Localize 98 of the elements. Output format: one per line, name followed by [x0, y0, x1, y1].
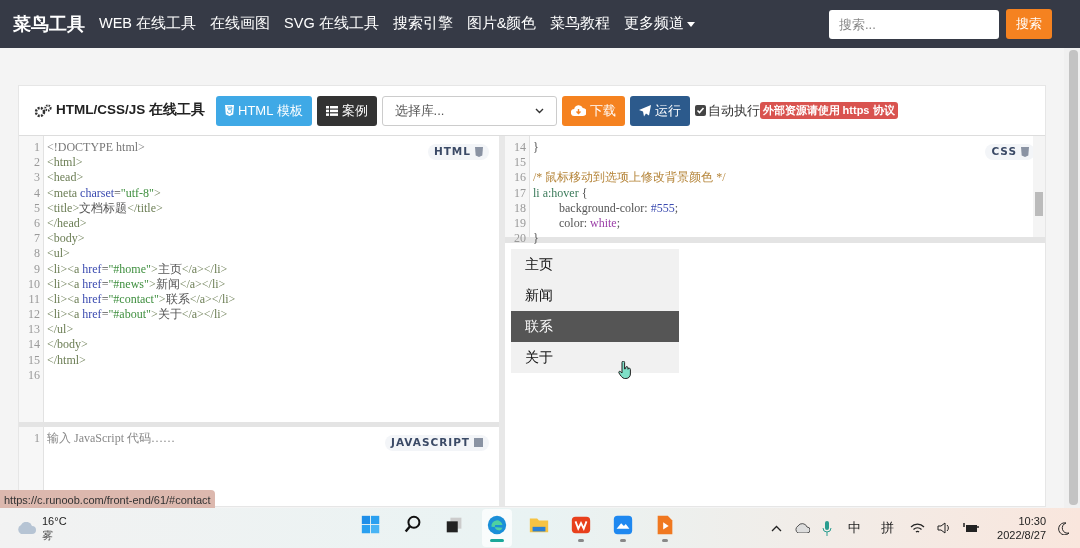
code-line: <body>	[47, 231, 85, 247]
code-line: <li><a href="#news">新闻</a></li>	[47, 276, 226, 292]
code-line: }	[533, 140, 539, 156]
temperature: 16°C	[42, 514, 67, 528]
windows-start-icon[interactable]	[360, 514, 382, 536]
code-line: <html>	[47, 155, 83, 171]
code-line: <li><a href="#contact">联系</a></li>	[47, 291, 236, 308]
auto-run-checkbox[interactable]: 自动执行	[694, 100, 760, 121]
line-number: 13	[27, 322, 40, 338]
nav-link[interactable]: 更多频道	[624, 13, 696, 35]
code-editor[interactable]: 14 15 16 17 18 19 20 } /* 鼠标移动到选项上修改背景颜色 */ li a:hover { background-color: #555; color: white; } CSS	[505, 136, 1045, 243]
status-url: https://c.runoob.com/front-end/61/#contact	[0, 490, 215, 511]
line-number: 12	[27, 307, 40, 323]
code-line: </body>	[47, 337, 88, 353]
language-label: HTML	[427, 144, 489, 160]
shield-icon	[475, 146, 483, 157]
input-method-indicator[interactable]: 中	[848, 518, 862, 538]
nav-link[interactable]: 图片&颜色	[466, 13, 537, 35]
checkbox[interactable]	[694, 105, 706, 116]
html5-icon	[225, 105, 234, 116]
examples-button[interactable]: 案例	[316, 95, 377, 126]
line-number: 8	[33, 246, 40, 262]
line-number: 16	[27, 367, 40, 383]
line-number: 7	[33, 231, 40, 247]
language-label: CSS	[985, 144, 1035, 160]
brand-logo[interactable]: 菜鸟工具	[13, 10, 85, 38]
line-number: 5	[33, 200, 40, 216]
code-line: li a:hover {	[533, 185, 588, 201]
speaker-icon[interactable]	[937, 522, 952, 534]
code-line: </ul>	[47, 322, 74, 338]
shield-icon	[1021, 146, 1029, 157]
nav-list-item[interactable]: 关于	[511, 342, 679, 373]
code-line: </html>	[47, 352, 86, 368]
code-line: <li><a href="#home">主页</a></li>	[47, 261, 228, 277]
browser-icon[interactable]	[486, 514, 508, 536]
cloud-download-icon	[570, 105, 586, 116]
page-scrollbar[interactable]	[1064, 48, 1080, 508]
code-line: background-color: #555;	[558, 200, 678, 216]
chevron-down-icon	[534, 107, 544, 114]
line-number: 16	[513, 170, 526, 186]
nav-list-item[interactable]: 新闻	[511, 280, 679, 311]
wifi-icon[interactable]	[910, 522, 926, 534]
line-number: 15	[27, 352, 40, 368]
nav-link[interactable]: 在线画图	[210, 13, 271, 35]
code-line: <head>	[47, 170, 84, 186]
line-number: 14	[27, 337, 40, 353]
hand-cursor-icon	[618, 361, 632, 379]
code-line: <ul>	[47, 246, 70, 262]
line-number: 18	[513, 200, 526, 216]
line-number: 17	[513, 185, 526, 201]
nav-link[interactable]: 搜索引擎	[392, 13, 453, 35]
line-number: 1	[33, 431, 40, 447]
paper-plane-icon	[638, 104, 651, 117]
line-number: 3	[33, 170, 40, 186]
js-icon	[474, 438, 483, 448]
search-field[interactable]: 搜索...	[829, 9, 999, 39]
clock-date[interactable]: 2022/8/27	[997, 528, 1046, 542]
code-line: <!DOCTYPE html>	[47, 140, 145, 156]
library-select[interactable]: 选择库...	[381, 95, 557, 126]
nav-link[interactable]: SVG 在线工具	[284, 13, 379, 35]
line-number: 19	[513, 215, 526, 232]
moon-icon[interactable]	[1058, 521, 1070, 535]
nav-link[interactable]: 菜鸟教程	[550, 13, 611, 35]
line-number: 11	[27, 291, 40, 308]
code-line: <li><a href="#about">关于</a></li>	[47, 307, 228, 323]
line-number: 10	[27, 276, 40, 292]
code-line: color: white;	[558, 215, 620, 232]
code-line: <title>文档标题</title>	[47, 200, 163, 216]
cloud-icon	[16, 522, 36, 534]
line-number: 2	[33, 155, 40, 171]
nav-list-item[interactable]: 主页	[511, 249, 679, 280]
chevron-up-icon[interactable]	[771, 524, 783, 532]
weather-condition: 雾	[42, 528, 54, 542]
document-app-icon[interactable]	[570, 514, 592, 536]
line-number: 6	[33, 215, 40, 232]
cloud-icon[interactable]	[794, 523, 811, 533]
code-line: /* 鼠标移动到选项上修改背景颜色 */	[533, 170, 726, 186]
code-placeholder: 输入 JavaScript 代码……	[47, 431, 175, 447]
microphone-icon[interactable]	[822, 520, 833, 536]
line-number: 1	[33, 140, 40, 156]
line-number: 4	[33, 185, 40, 201]
code-line: </head>	[47, 215, 87, 232]
line-number: 15	[513, 155, 526, 171]
editor-scrollbar[interactable]	[1033, 136, 1045, 237]
input-method-indicator[interactable]: 拼	[881, 518, 895, 538]
tool-title: HTML/CSS/JS 在线工具	[56, 101, 205, 120]
notice-badge: 外部资源请使用 https 协议	[759, 102, 898, 119]
list-icon	[325, 105, 338, 116]
mountain-app-icon[interactable]	[612, 514, 634, 536]
run-button[interactable]: 运行	[629, 95, 690, 126]
nav-link[interactable]: WEB 在线工具	[99, 13, 197, 35]
line-number: 14	[513, 140, 526, 156]
language-label: JAVASCRIPT	[385, 435, 489, 451]
nav-list-item[interactable]: 联系	[511, 311, 679, 342]
clock-time[interactable]: 10:30	[1018, 514, 1046, 528]
line-number: 9	[33, 261, 40, 277]
battery-charging-icon[interactable]	[963, 522, 980, 534]
code-line: <meta charset="utf-8">	[47, 185, 161, 201]
